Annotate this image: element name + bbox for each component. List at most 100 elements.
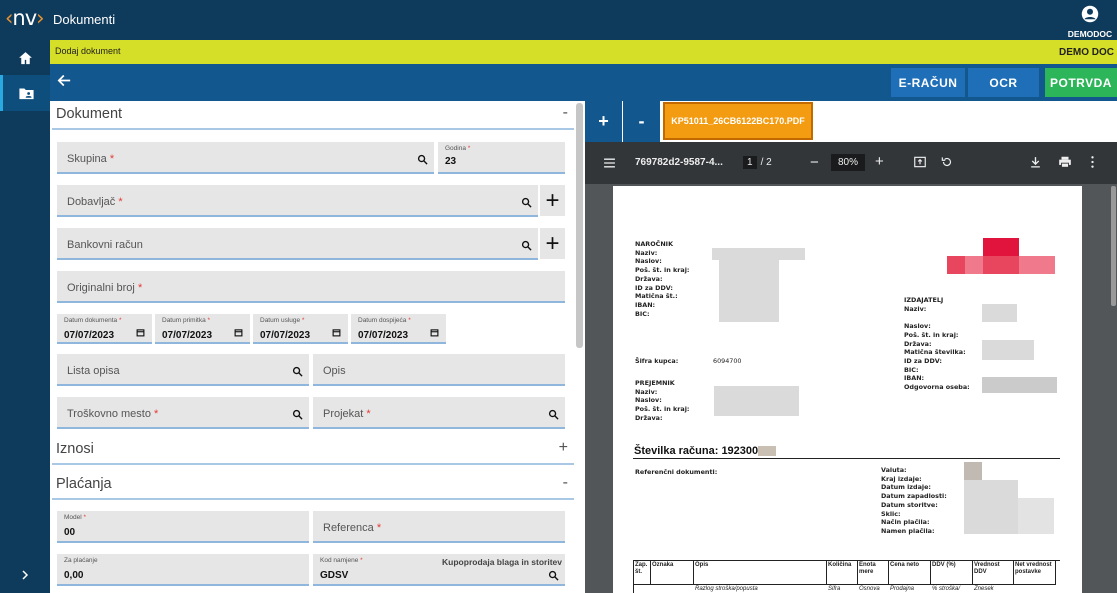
calendar-icon[interactable] — [332, 328, 341, 337]
calendar-icon[interactable] — [234, 328, 243, 337]
pdf-label-line: Datum zapadlosti: — [881, 492, 947, 501]
rotate-icon[interactable] — [940, 155, 954, 169]
model-field[interactable]: Model * 00 — [57, 511, 309, 543]
calendar-icon[interactable] — [136, 328, 145, 337]
godina-value: 23 — [445, 156, 457, 167]
pdf-label-line: Naslov: — [635, 396, 662, 405]
fit-page-icon[interactable] — [913, 155, 927, 169]
datum-dospijeca-field[interactable]: Datum dospijeća * 07/07/2023 — [351, 314, 446, 344]
pdf-label-line: BIC: — [635, 309, 650, 318]
pdf-tabs: + - KP51011_26CB6122BC170.PDF — [585, 101, 1117, 142]
e-racun-button[interactable]: E-RAČUN — [891, 68, 965, 97]
skupina-field[interactable]: Skupina * — [57, 142, 434, 174]
search-icon[interactable] — [548, 570, 559, 581]
pdf-label-line: Država: — [635, 413, 663, 422]
app-logo[interactable]: ‹nv› — [5, 6, 45, 30]
back-button[interactable] — [56, 72, 73, 94]
table-cell: Prodajna — [890, 586, 915, 592]
pdf-label-line: Naziv: — [635, 387, 658, 396]
print-icon[interactable] — [1058, 155, 1072, 169]
collapse-toggle[interactable]: - — [563, 104, 568, 122]
sidebar-item-home[interactable] — [0, 40, 50, 76]
pdf-label-line: Država: — [635, 274, 663, 283]
ref-doc-label: Referenčni dokumenti: — [635, 468, 718, 476]
calendar-icon[interactable] — [430, 328, 439, 337]
section-dokument[interactable]: Dokument - — [52, 101, 574, 130]
datum-usluge-field[interactable]: Datum usluge * 07/07/2023 — [253, 314, 348, 344]
redacted-area — [964, 462, 982, 480]
ocr-button[interactable]: OCR — [968, 68, 1039, 97]
expand-toggle[interactable]: + — [559, 439, 568, 457]
godina-field[interactable]: Godina * 23 — [438, 142, 565, 174]
sidebar-expand[interactable] — [0, 557, 50, 593]
pdf-label-line: Datum storitve: — [881, 500, 938, 509]
breadcrumb-bar: Dodaj dokument DEMO DOC — [50, 40, 1117, 64]
pdf-label-line: IBAN: — [635, 300, 656, 309]
pdf-label-line: ID za DDV: — [635, 283, 673, 292]
datum-dokumenta-field[interactable]: Datum dokumenta * 07/07/2023 — [57, 314, 152, 344]
zoom-in-icon[interactable]: + — [875, 153, 884, 170]
pdf-scrollbar[interactable] — [1111, 186, 1116, 306]
sidebar-item-documents[interactable] — [0, 75, 50, 111]
search-icon[interactable] — [292, 366, 303, 377]
kod-namjene-field[interactable]: Kod namjene * GDSV Kupoprodaja blaga in … — [313, 554, 565, 586]
bankovni-racun-field[interactable]: Bankovni račun — [57, 228, 538, 260]
form-scrollbar[interactable] — [576, 103, 583, 348]
search-icon[interactable] — [548, 409, 559, 420]
user-menu[interactable]: DEMODOC — [1065, 5, 1115, 39]
zoom-plus-button[interactable]: + — [585, 101, 622, 142]
table-cell: Znesek — [974, 586, 994, 592]
search-icon[interactable] — [521, 240, 532, 251]
referenca-field[interactable]: Referenca * — [313, 511, 565, 543]
narocnik-block: NAROČNIK Naziv: Naslov: Poš. št. in kraj: Dr… — [635, 240, 689, 318]
collapse-toggle[interactable]: - — [563, 474, 568, 492]
lista-opisa-field[interactable]: Lista opisa — [57, 354, 309, 386]
sifra-kupca-label: Šifra kupca: — [635, 357, 679, 365]
pdf-label-line: BIC: — [904, 365, 919, 374]
search-icon[interactable] — [292, 409, 303, 420]
pdf-label-line — [904, 313, 970, 322]
menu-icon[interactable] — [603, 157, 616, 169]
search-icon[interactable] — [417, 154, 428, 165]
potrvda-button[interactable]: POTRVDA — [1045, 68, 1117, 97]
za-placanje-field[interactable]: Za plaćanje 0,00 — [57, 554, 309, 586]
pdf-label-line: Naslov: — [904, 322, 931, 331]
dobavljac-field[interactable]: Dobavljač * — [57, 185, 538, 217]
troskovno-mesto-field[interactable]: Troškovno mesto * — [57, 397, 309, 429]
page-indicator[interactable]: 1/ 2 — [743, 156, 772, 169]
pdf-label-line: Naziv: — [904, 304, 927, 313]
table-cell: Razlog stroška/popusta — [695, 586, 758, 592]
pdf-label-line: Poš. št. in kraj: — [904, 330, 959, 339]
zoom-out-icon[interactable]: − — [810, 154, 819, 171]
invoice-number: Številka računa: 192300 — [634, 445, 777, 457]
app-header: ‹nv› Dokumenti DEMODOC — [0, 0, 1117, 40]
section-placanja[interactable]: Plaćanja - — [52, 471, 574, 500]
add-bankovni-button[interactable]: + — [540, 228, 565, 259]
projekat-field[interactable]: Projekat * — [313, 397, 565, 429]
pdf-label-line: NAROČNIK — [635, 240, 674, 248]
chevron-right-icon — [22, 570, 29, 580]
file-tab[interactable]: KP51011_26CB6122BC170.PDF — [663, 102, 813, 140]
pdf-label-line: Država: — [904, 339, 932, 348]
download-icon[interactable] — [1029, 155, 1042, 169]
more-vert-icon[interactable] — [1090, 155, 1095, 169]
opis-field[interactable]: Opis — [313, 354, 565, 386]
zoom-level[interactable]: 80% — [831, 154, 865, 171]
datum-primitka-field[interactable]: Datum primitka * 07/07/2023 — [155, 314, 250, 344]
page-title: Dodaj dokument — [55, 46, 121, 56]
kod-namjene-description: Kupoprodaja blaga in storitev — [442, 557, 562, 567]
table-header-cell: Količina — [827, 561, 858, 585]
add-dobavljac-button[interactable]: + — [540, 185, 565, 216]
table-header-cell: Zap. št. — [634, 561, 651, 585]
search-icon[interactable] — [521, 197, 532, 208]
redacted-area — [964, 480, 1018, 534]
redacted-area — [1018, 498, 1054, 534]
table-cell — [1014, 585, 1016, 587]
section-iznosi[interactable]: Iznosi + — [52, 436, 574, 465]
redacted-area — [982, 304, 1017, 322]
originalni-broj-field[interactable]: Originalni broj * — [57, 271, 565, 303]
zoom-minus-button[interactable]: - — [623, 101, 660, 142]
divider — [633, 458, 1060, 459]
table-header-cell: Oznaka — [651, 561, 694, 585]
home-icon — [18, 51, 32, 64]
